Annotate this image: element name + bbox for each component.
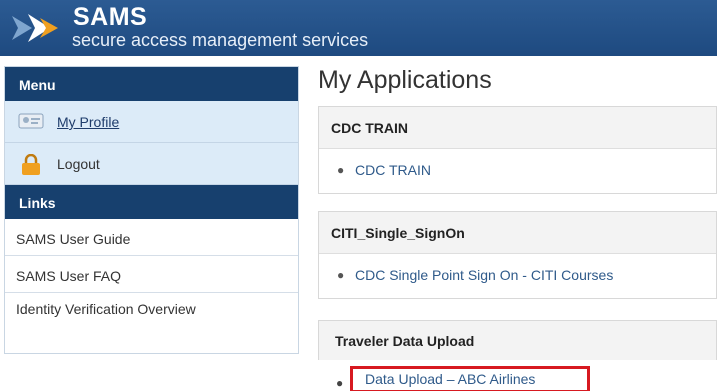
page-title: My Applications <box>318 66 492 94</box>
sidebar-link-identity-verification[interactable]: Identity Verification Overview <box>5 293 298 341</box>
app-section-heading: Traveler Data Upload <box>335 333 475 349</box>
sidebar-item-label: Logout <box>57 156 100 172</box>
app-section-traveler-data-upload: Traveler Data Upload <box>318 320 717 360</box>
sidebar-item-logout[interactable]: Logout <box>5 143 298 185</box>
app-section-citi: CITI_Single_SignOn ● CDC Single Point Si… <box>318 211 717 299</box>
app-section-heading: CITI_Single_SignOn <box>319 212 716 254</box>
sams-logo-icon <box>12 14 58 42</box>
sidebar-item-label[interactable]: My Profile <box>57 114 119 130</box>
links-heading: Links <box>5 185 298 219</box>
menu-heading: Menu <box>5 67 298 101</box>
app-link-cdc-train[interactable]: CDC TRAIN <box>355 162 431 178</box>
app-section-cdc-train: CDC TRAIN ● CDC TRAIN <box>318 106 717 194</box>
sidebar: Menu My Profile Logout Links SAMS User G… <box>4 66 299 354</box>
bullet-icon: ● <box>337 268 345 282</box>
app-link-data-upload-abc-airlines[interactable]: Data Upload – ABC Airlines <box>350 366 590 391</box>
profile-card-icon <box>18 113 44 129</box>
header-bar: SAMS secure access management services <box>0 0 717 56</box>
app-section-body: ● CDC TRAIN <box>319 149 716 193</box>
app-section-body: ● CDC Single Point Sign On - CITI Course… <box>319 254 716 298</box>
bullet-icon: ● <box>336 376 344 390</box>
sidebar-item-my-profile[interactable]: My Profile <box>5 101 298 143</box>
app-section-heading: CDC TRAIN <box>319 107 716 149</box>
padlock-icon <box>22 154 40 175</box>
sidebar-link-user-faq[interactable]: SAMS User FAQ <box>5 256 298 293</box>
bullet-icon: ● <box>337 163 345 177</box>
brand-subtitle: secure access management services <box>72 30 369 50</box>
app-link-citi-courses[interactable]: CDC Single Point Sign On - CITI Courses <box>355 267 613 283</box>
sidebar-link-user-guide[interactable]: SAMS User Guide <box>5 219 298 256</box>
brand-title: SAMS <box>73 3 148 31</box>
